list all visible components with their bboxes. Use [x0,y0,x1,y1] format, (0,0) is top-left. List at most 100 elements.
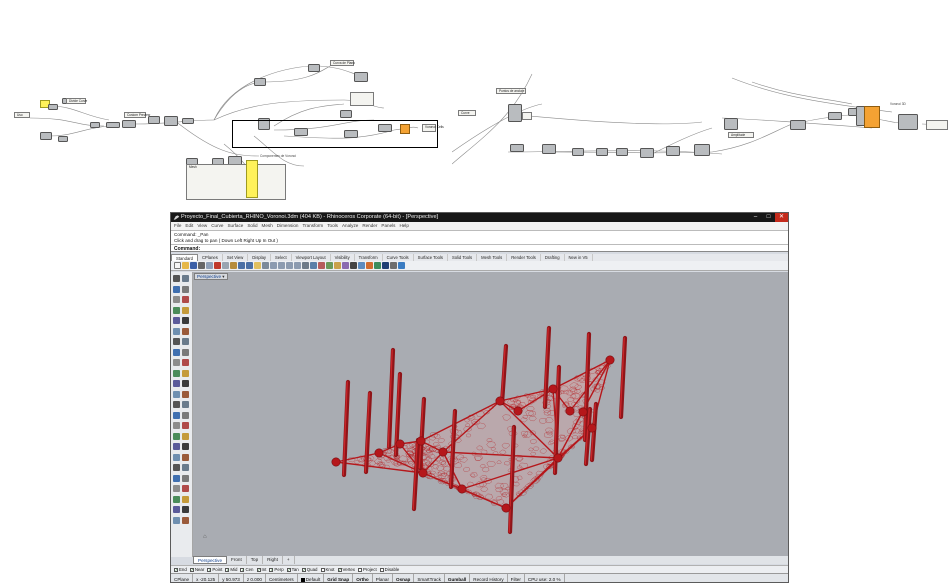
osnap-checkbox[interactable]: ✓ [207,567,211,572]
gh-component[interactable] [666,146,680,156]
gh-panel[interactable]: Uso [14,112,30,118]
osnap-toggle[interactable]: Osnap [393,574,415,582]
osnap-cen[interactable]: ✓ Cen [240,566,254,573]
record-history-toggle[interactable]: Record History [470,574,508,582]
tab-new-in-v5[interactable]: New in V5 [565,254,593,261]
command-input[interactable]: Command: [171,244,788,252]
print-icon[interactable] [198,262,205,269]
hide-icon[interactable] [326,262,333,269]
left-tool-icon[interactable] [173,474,180,482]
osnap-quad[interactable]: ✓ Quad [301,566,318,573]
osnap-checkbox[interactable] [320,567,325,572]
rotate-view-icon[interactable] [262,262,269,269]
zoom-icon[interactable] [270,262,277,269]
left-tool-icon[interactable] [182,411,189,419]
smarttrack-toggle[interactable]: SmartTrack [414,574,445,582]
left-tool-icon[interactable] [182,474,189,482]
gh-component[interactable] [616,148,628,156]
left-tool-icon[interactable] [173,327,180,335]
left-tool-icon[interactable] [173,506,180,513]
osnap-checkbox[interactable]: ✓ [225,567,229,572]
gh-panel[interactable]: Divide Curve [66,98,87,104]
left-tool-icon[interactable] [182,422,189,429]
tab-render-tools[interactable]: Render Tools [507,254,541,261]
left-tool-icon[interactable] [182,306,189,314]
minimize-button[interactable]: – [749,213,762,222]
left-tool-icon[interactable] [182,432,189,440]
cplane-icon[interactable] [310,262,317,269]
gh-panel[interactable]: Puntos de anclaje [496,88,526,94]
osnap-knot[interactable]: Knot [320,566,335,573]
left-tool-icon[interactable] [173,338,180,345]
tab-display[interactable]: Display [248,254,272,261]
tab-mesh-tools[interactable]: Mesh Tools [477,254,508,261]
rendered-view-icon[interactable] [382,262,389,269]
gh-component[interactable] [790,120,806,130]
undo-icon[interactable] [238,262,245,269]
tab-viewport-layout[interactable]: Viewport Layout [292,254,331,261]
left-tool-icon[interactable] [173,401,180,408]
gh-component[interactable] [58,136,68,142]
four-view-icon[interactable] [302,262,309,269]
osnap-checkbox[interactable]: ✓ [189,567,194,572]
render-icon[interactable] [350,262,357,269]
view-tab-top[interactable]: Top [247,556,264,564]
left-tool-icon[interactable] [182,453,189,461]
osnap-checkbox[interactable] [379,567,384,572]
left-tool-icon[interactable] [173,432,180,440]
lock-icon[interactable] [334,262,341,269]
gh-component[interactable] [48,104,58,110]
command-history[interactable]: Command: _Pan Click and drag to pan ( Do… [171,230,788,244]
gh-component[interactable] [40,132,52,140]
menu-dimension[interactable]: Dimension [277,222,299,230]
left-tool-icon[interactable] [182,390,189,398]
tab-select[interactable]: Select [271,254,292,261]
gh-component[interactable] [122,120,136,128]
menu-mesh[interactable]: Mesh [262,222,273,230]
left-tool-icon[interactable] [182,380,189,387]
gh-panel[interactable]: Curve [458,110,476,116]
copy-icon[interactable] [222,262,229,269]
gh-component[interactable] [164,116,178,126]
view-tab-front[interactable]: Front [227,556,247,564]
tab-standard[interactable]: Standard [171,254,198,261]
left-tool-icon[interactable] [173,317,180,324]
left-tool-icon[interactable] [173,296,180,303]
osnap-int[interactable]: ✓ Int [256,566,266,573]
tab-surface-tools[interactable]: Surface Tools [414,254,448,261]
left-tool-icon[interactable] [182,369,189,377]
save-icon[interactable] [190,262,197,269]
gumball-toggle[interactable]: Gumball [445,574,471,582]
gh-component[interactable] [724,118,738,130]
select-icon[interactable] [318,262,325,269]
new-file-icon[interactable] [174,262,181,269]
close-button[interactable]: ✕ [775,213,788,222]
osnap-project[interactable]: Project [358,566,377,573]
osnap-checkbox[interactable]: ✓ [240,567,244,572]
shade-icon[interactable] [374,262,381,269]
menu-edit[interactable]: Edit [185,222,193,230]
gh-component[interactable] [340,110,352,118]
left-tool-icon[interactable] [173,422,180,429]
menu-solid[interactable]: Solid [247,222,257,230]
tab-transform[interactable]: Transform [355,254,383,261]
gh-component[interactable] [640,148,654,158]
osnap-perp[interactable]: ✓ Perp [269,566,284,573]
left-tool-icon[interactable] [173,516,180,524]
left-tool-icon[interactable] [182,327,189,335]
gh-component[interactable] [694,144,710,156]
paste-icon[interactable] [230,262,237,269]
cut-icon[interactable] [214,262,221,269]
gh-component[interactable] [106,122,120,128]
gh-voronoi-component[interactable] [864,106,880,128]
planar-toggle[interactable]: Planar [373,574,394,582]
tab-curve-tools[interactable]: Curve Tools [383,254,414,261]
left-tool-icon[interactable] [173,275,180,282]
gh-component[interactable] [308,64,320,72]
menu-file[interactable]: File [174,222,181,230]
filter-toggle[interactable]: Filter [508,574,525,582]
zoom-extents-icon[interactable] [286,262,293,269]
gh-panel[interactable] [522,112,532,120]
osnap-checkbox[interactable]: ✓ [256,567,261,572]
viewport-title[interactable]: Perspective [194,273,228,280]
